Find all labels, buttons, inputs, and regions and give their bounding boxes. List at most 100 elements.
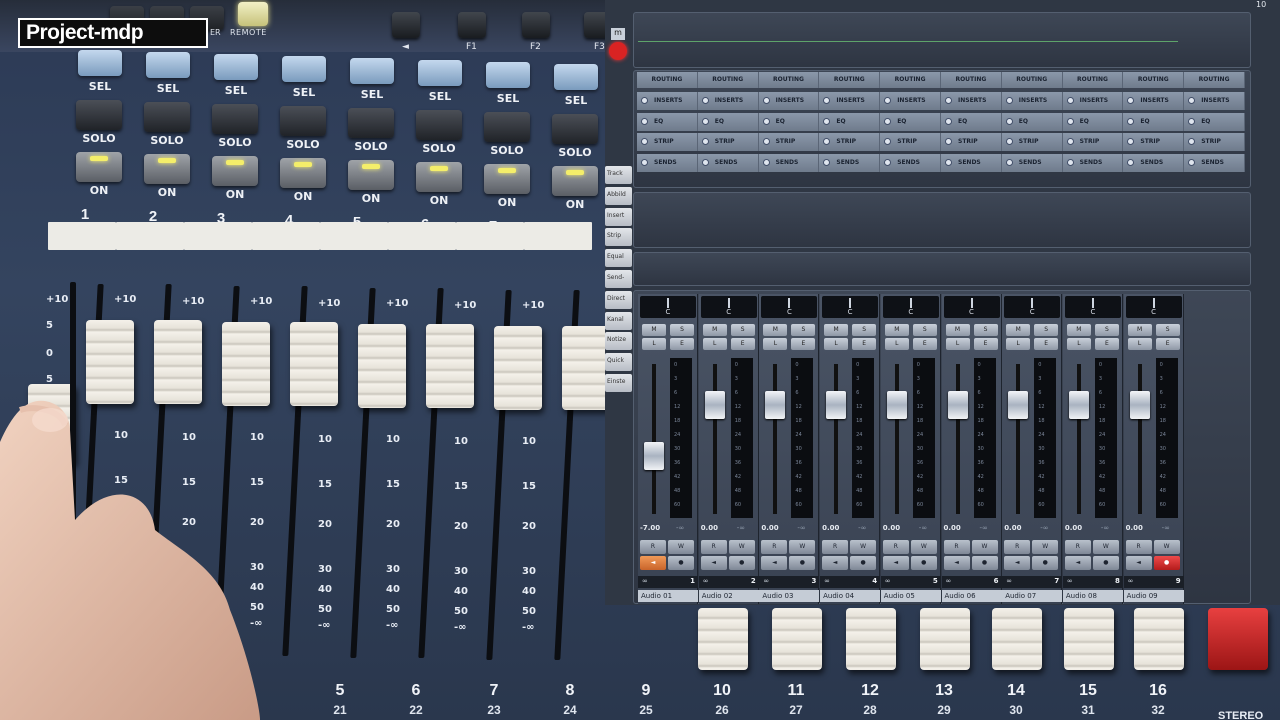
rack-cell[interactable]: EQ — [941, 112, 1002, 131]
inspector-tab[interactable]: Abbild — [605, 186, 632, 205]
edit-button[interactable]: E — [912, 338, 937, 350]
rack-radio[interactable] — [641, 97, 648, 104]
volume-readout[interactable]: 0.00 — [883, 524, 900, 532]
bottom-fader-cap[interactable] — [1134, 608, 1184, 670]
solo-button[interactable] — [280, 106, 326, 136]
sel-button[interactable] — [146, 52, 190, 78]
sel-button[interactable] — [418, 60, 462, 86]
pan-control[interactable]: C — [1064, 296, 1121, 318]
rack-cell[interactable]: SENDS — [759, 153, 820, 172]
solo-button[interactable]: S — [791, 324, 816, 336]
rack-radio[interactable] — [1066, 117, 1074, 125]
rack-radio[interactable] — [945, 97, 952, 104]
mute-button[interactable]: M — [945, 324, 970, 336]
sel-button[interactable] — [350, 58, 394, 84]
rack-cell[interactable]: SENDS — [1184, 153, 1245, 172]
monitor-button[interactable]: ◄ — [761, 556, 788, 570]
volume-readout[interactable]: 0.00 — [1065, 524, 1082, 532]
read-automation-button[interactable]: R — [882, 540, 909, 554]
rack-cell[interactable]: EQ — [698, 112, 759, 131]
rack-radio[interactable] — [945, 117, 952, 125]
mixer-fader[interactable] — [826, 391, 847, 419]
read-automation-button[interactable]: R — [1004, 540, 1031, 554]
solo-button[interactable]: S — [1094, 324, 1119, 336]
rack-radio[interactable] — [762, 117, 770, 125]
monitor-button[interactable]: ◄ — [1004, 556, 1031, 570]
rack-cell[interactable]: SENDS — [941, 153, 1002, 172]
rack-cell[interactable]: EQ — [1002, 112, 1063, 131]
channel-name[interactable]: Audio 01 — [638, 590, 698, 602]
mute-button[interactable]: M — [702, 324, 727, 336]
solo-button[interactable] — [348, 108, 394, 138]
on-button[interactable] — [144, 154, 190, 184]
mute-button[interactable]: M — [642, 324, 666, 336]
rack-radio[interactable] — [1188, 138, 1196, 145]
rack-cell[interactable]: EQ — [1184, 112, 1245, 131]
channel-name[interactable]: Audio 09 — [1123, 590, 1184, 602]
edit-button[interactable]: E — [730, 338, 755, 350]
mute-button[interactable]: M — [1006, 324, 1031, 336]
on-button[interactable] — [552, 166, 598, 196]
rack-cell[interactable]: INSERTS — [1002, 92, 1063, 110]
monitor-button[interactable]: ◄ — [640, 556, 666, 570]
rack-radio[interactable] — [1005, 138, 1013, 145]
edit-button[interactable]: E — [852, 338, 877, 350]
record-enable-button[interactable]: ● — [789, 556, 816, 570]
channel-name[interactable]: Audio 05 — [880, 590, 941, 602]
mute-button[interactable]: M — [1127, 324, 1152, 336]
solo-button[interactable]: S — [973, 324, 998, 336]
rack-cell[interactable]: EQ — [819, 112, 881, 131]
rack-cell[interactable]: INSERTS — [759, 92, 820, 110]
routing-cell[interactable]: ROUTING — [1063, 72, 1124, 88]
solo-button[interactable]: S — [1034, 324, 1059, 336]
rack-cell[interactable]: STRIP — [1184, 133, 1245, 151]
sel-button[interactable] — [78, 50, 122, 76]
inspector-tab[interactable]: Einste — [605, 374, 632, 392]
rack-cell[interactable]: INSERTS — [880, 92, 941, 110]
record-enable-button[interactable]: ● — [910, 556, 937, 570]
rack-radio[interactable] — [1188, 158, 1196, 166]
on-button[interactable] — [212, 156, 258, 186]
rack-cell[interactable]: EQ — [1123, 112, 1185, 131]
solo-button[interactable]: S — [912, 324, 937, 336]
mixer-fader[interactable] — [704, 391, 725, 419]
monitor-button[interactable]: ◄ — [1125, 556, 1152, 570]
rack-cell[interactable]: INSERTS — [1184, 92, 1245, 110]
inspector-tab[interactable]: Equal — [605, 249, 632, 268]
rack-radio[interactable] — [945, 158, 952, 166]
record-enable-button[interactable]: ● — [1092, 556, 1119, 570]
routing-cell[interactable]: ROUTING — [1002, 72, 1063, 88]
channel-name[interactable]: Audio 07 — [1002, 590, 1063, 602]
read-automation-button[interactable]: R — [640, 540, 666, 554]
listen-button[interactable]: L — [702, 338, 727, 350]
solo-button[interactable] — [552, 114, 598, 144]
rack-cell[interactable]: STRIP — [819, 133, 881, 151]
inspector-tab[interactable]: Notize — [605, 332, 632, 351]
pan-control[interactable]: C — [943, 296, 1000, 318]
channel-name[interactable]: Audio 08 — [1062, 590, 1123, 602]
write-automation-button[interactable]: W — [1153, 540, 1180, 554]
routing-cell[interactable]: ROUTING — [637, 72, 698, 88]
mute-button[interactable]: M — [824, 324, 849, 336]
rack-radio[interactable] — [884, 117, 892, 125]
rack-cell[interactable]: INSERTS — [1123, 92, 1185, 110]
rack-cell[interactable]: INSERTS — [941, 92, 1002, 110]
rack-radio[interactable] — [823, 97, 831, 104]
channel-name[interactable]: Audio 04 — [820, 590, 881, 602]
record-enable-button[interactable]: ● — [1032, 556, 1059, 570]
mixer-fader[interactable] — [1008, 391, 1029, 419]
rack-radio[interactable] — [1066, 158, 1074, 166]
record-button[interactable] — [609, 42, 627, 60]
routing-cell[interactable]: ROUTING — [941, 72, 1002, 88]
record-enable-button[interactable]: ● — [971, 556, 998, 570]
read-automation-button[interactable]: R — [943, 540, 970, 554]
rack-radio[interactable] — [1066, 97, 1074, 104]
routing-cell[interactable]: ROUTING — [1184, 72, 1245, 88]
listen-button[interactable]: L — [763, 338, 788, 350]
write-automation-button[interactable]: W — [1092, 540, 1119, 554]
routing-cell[interactable]: ROUTING — [759, 72, 820, 88]
rack-radio[interactable] — [701, 97, 709, 104]
channel-name[interactable]: Audio 06 — [941, 590, 1002, 602]
routing-cell[interactable]: ROUTING — [880, 72, 941, 88]
volume-readout[interactable]: 0.00 — [701, 524, 718, 532]
